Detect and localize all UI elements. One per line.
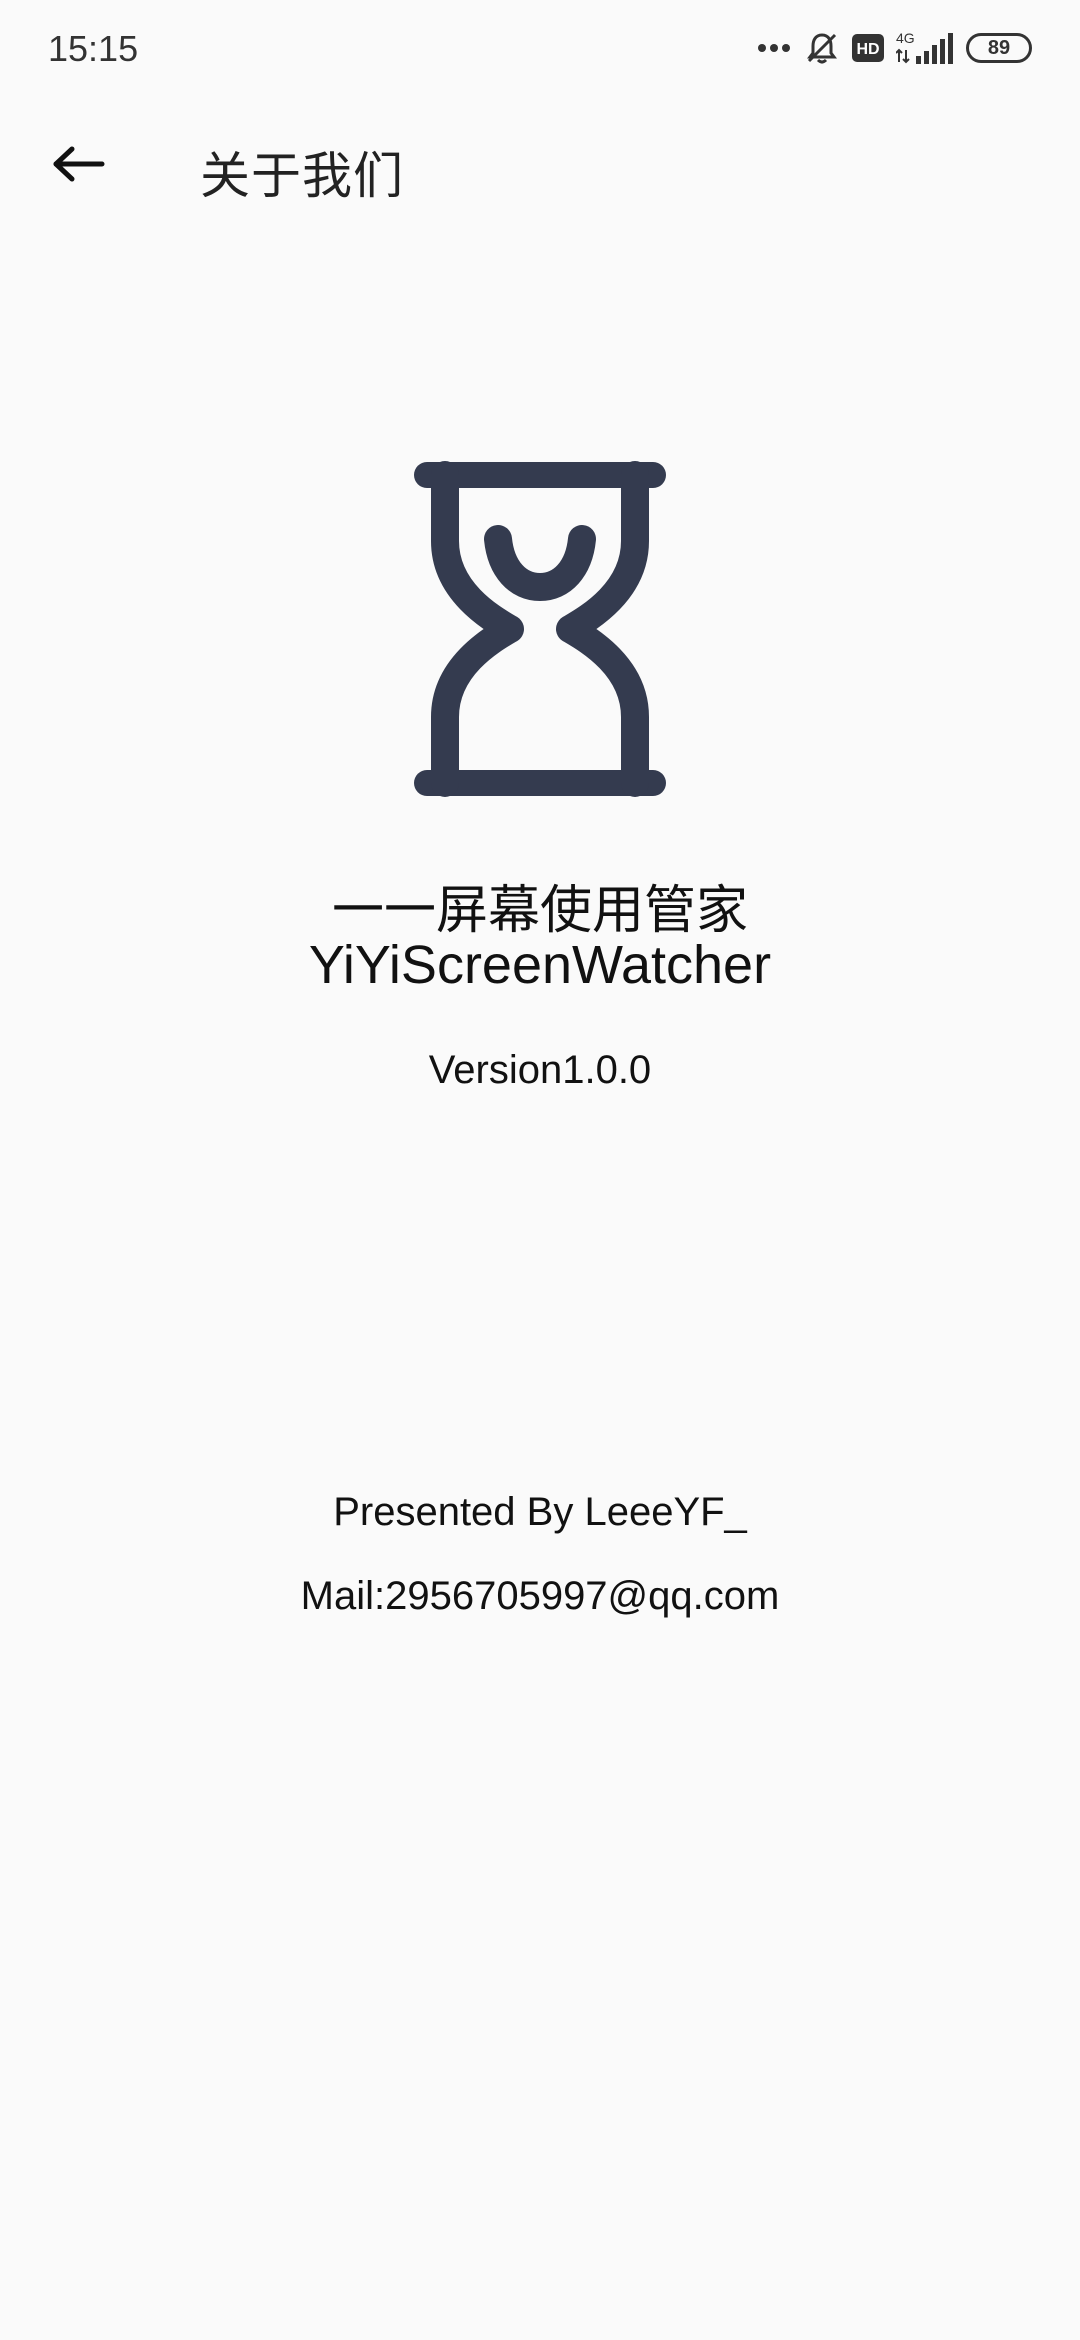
- page-title: 关于我们: [200, 147, 404, 205]
- signal-4g-icon: 4G: [896, 30, 954, 66]
- status-time: 15:15: [48, 28, 139, 69]
- app-bar: 关于我们: [0, 100, 1080, 232]
- status-bar: 15:15 HD 4G 89: [0, 0, 1080, 100]
- hd-badge-text: HD: [856, 41, 879, 58]
- presented-by-label: Presented By LeeeYF_: [333, 1490, 747, 1534]
- app-name-english: YiYiScreenWatcher: [308, 935, 772, 995]
- silent-bell-icon: [804, 30, 840, 66]
- battery-level: 89: [966, 33, 1032, 63]
- back-arrow-icon: [50, 144, 106, 188]
- app-name-chinese: 一一屏幕使用管家: [331, 881, 748, 941]
- more-dots-icon: [756, 42, 792, 54]
- version-label: Version1.0.0: [428, 1048, 652, 1092]
- contact-mail: Mail:2956705997@qq.com: [300, 1574, 780, 1618]
- hourglass-icon: [414, 461, 666, 797]
- app-logo: [413, 457, 667, 801]
- battery-icon: 89: [966, 33, 1032, 63]
- network-type: 4G: [896, 30, 915, 46]
- hd-icon: HD: [852, 34, 884, 62]
- status-icons: HD 4G 89: [756, 26, 1032, 70]
- back-button[interactable]: [30, 122, 126, 210]
